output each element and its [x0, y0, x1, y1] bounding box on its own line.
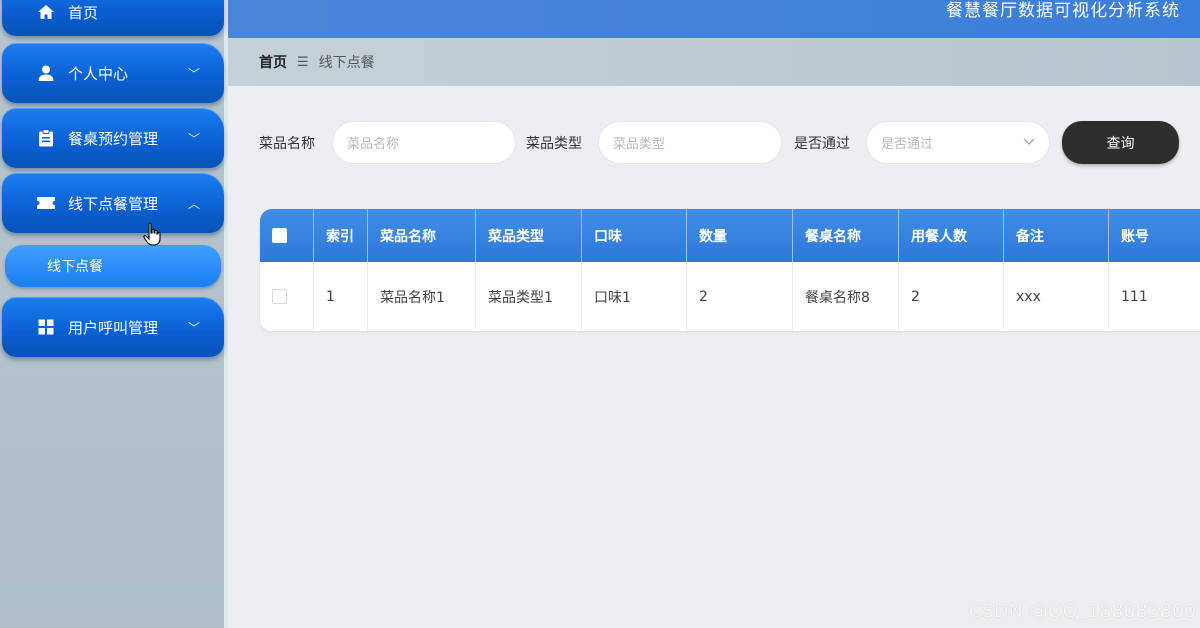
sidebar: 首页 个人中心 ﹀ 餐桌预约管理 ﹀ 线下点餐管理 ︿ 线下点餐 用户呼叫管理 … [0, 0, 228, 628]
app-root: 首页 个人中心 ﹀ 餐桌预约管理 ﹀ 线下点餐管理 ︿ 线下点餐 用户呼叫管理 … [0, 0, 1200, 628]
top-header: 餐慧餐厅数据可视化分析系统 [228, 0, 1200, 38]
header-select-all[interactable] [260, 209, 314, 262]
sidebar-item-label: 首页 [68, 4, 99, 22]
grid-icon [36, 317, 56, 337]
sidebar-item-offline-ordering[interactable]: 线下点餐管理 ︿ [2, 173, 224, 233]
sidebar-item-user-call[interactable]: 用户呼叫管理 ﹀ [2, 297, 224, 357]
column-header: 口味 [582, 209, 687, 262]
row-select-cell[interactable] [260, 262, 314, 331]
table-header: 索引 菜品名称 菜品类型 口味 数量 餐桌名称 用餐人数 备注 账号 [260, 209, 1200, 262]
chevron-down-icon [1023, 136, 1035, 149]
chevron-up-icon: ︿ [187, 196, 200, 211]
sidebar-subitem-label: 线下点餐 [47, 259, 103, 275]
sidebar-item-label: 线下点餐管理 [68, 194, 159, 213]
table-cell: 菜品类型1 [476, 262, 582, 331]
breadcrumb-separator-icon: ☰ [297, 54, 309, 70]
sidebar-item-label: 餐桌预约管理 [68, 129, 159, 148]
column-header: 餐桌名称 [793, 209, 899, 262]
sidebar-item-personal-center[interactable]: 个人中心 ﹀ [2, 43, 224, 103]
select-all-checkbox[interactable] [272, 228, 287, 243]
watermark: CSDN @QQ_188083800 [968, 600, 1196, 622]
column-header: 索引 [314, 209, 368, 262]
column-header: 用餐人数 [899, 209, 1004, 262]
data-table: 索引 菜品名称 菜品类型 口味 数量 餐桌名称 用餐人数 备注 账号 1 菜品名… [260, 209, 1200, 331]
table-cell: 2 [899, 262, 1004, 331]
table-cell: 口味1 [582, 262, 687, 331]
dish-type-input[interactable]: 菜品类型 [598, 121, 782, 164]
search-button[interactable]: 查询 [1062, 121, 1179, 164]
table-cell: 111 [1109, 262, 1200, 331]
breadcrumb-home-link[interactable]: 首页 [259, 52, 287, 72]
dish-name-placeholder: 菜品名称 [347, 137, 400, 152]
breadcrumb: 首页 ☰ 线下点餐 [228, 38, 1200, 86]
sidebar-item-label: 个人中心 [68, 64, 129, 83]
column-header: 菜品类型 [476, 209, 582, 262]
hand-cursor-icon [143, 222, 163, 246]
dish-name-label: 菜品名称 [259, 136, 315, 152]
user-icon [36, 63, 56, 83]
sidebar-item-label: 用户呼叫管理 [68, 318, 159, 337]
table-cell: 2 [687, 262, 793, 331]
column-header: 数量 [687, 209, 793, 262]
dish-name-input[interactable]: 菜品名称 [332, 121, 516, 164]
system-title: 餐慧餐厅数据可视化分析系统 [946, 1, 1180, 21]
clipboard-icon [36, 128, 56, 148]
dish-type-label: 菜品类型 [526, 136, 582, 152]
ticket-icon [36, 193, 56, 213]
dish-type-placeholder: 菜品类型 [613, 137, 666, 152]
table-cell: 餐桌名称8 [793, 262, 899, 331]
approved-placeholder: 是否通过 [881, 137, 934, 152]
table-cell: 菜品名称1 [368, 262, 476, 331]
column-header: 菜品名称 [368, 209, 476, 262]
table-row[interactable]: 1 菜品名称1 菜品类型1 口味1 2 餐桌名称8 2 xxx 111 [260, 262, 1200, 331]
sidebar-item-table-reservation[interactable]: 餐桌预约管理 ﹀ [2, 108, 224, 168]
table-cell: xxx [1004, 262, 1109, 331]
approved-label: 是否通过 [794, 136, 850, 152]
column-header: 账号 [1109, 209, 1200, 262]
sidebar-item-home[interactable]: 首页 [2, 0, 224, 36]
breadcrumb-current: 线下点餐 [318, 55, 375, 71]
row-checkbox[interactable] [272, 289, 287, 304]
approved-select[interactable]: 是否通过 [866, 121, 1050, 164]
table-cell: 1 [314, 262, 368, 331]
home-icon [36, 2, 56, 22]
main-content: 菜品名称 菜品名称 菜品类型 菜品类型 是否通过 是否通过 查询 索引 菜品名称… [228, 86, 1200, 628]
column-header: 备注 [1004, 209, 1109, 262]
chevron-down-icon: ﹀ [187, 320, 200, 335]
chevron-down-icon: ﹀ [187, 131, 200, 146]
sidebar-subitem-offline-order[interactable]: 线下点餐 [5, 245, 221, 287]
chevron-down-icon: ﹀ [187, 66, 200, 81]
